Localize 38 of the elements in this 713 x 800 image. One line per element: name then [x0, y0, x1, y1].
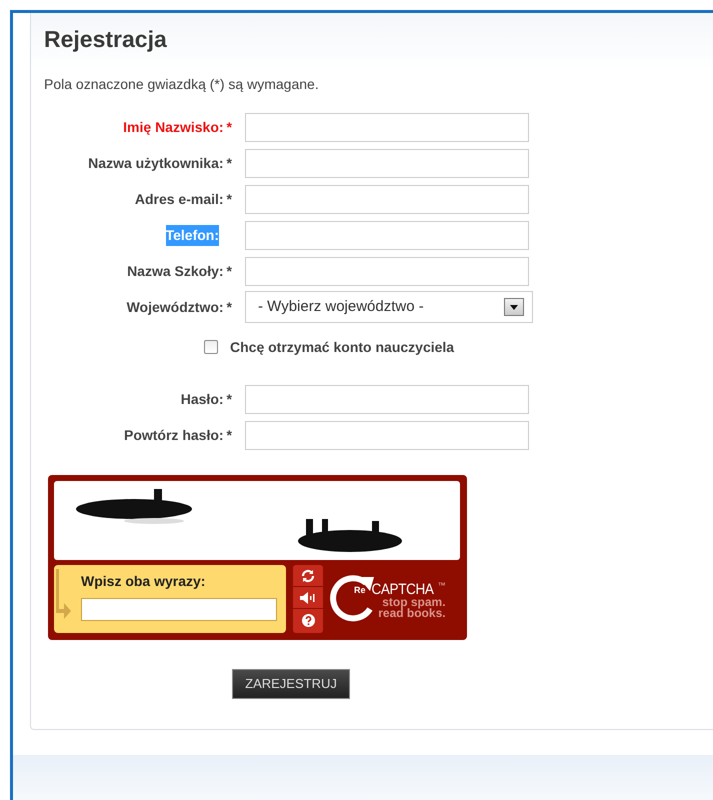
refresh-icon — [301, 568, 315, 582]
province-select[interactable]: - Wybierz województwo - — [245, 291, 533, 323]
tagline-text: stop spam. — [382, 597, 446, 608]
field-label: Nazwa Szkoły: — [127, 262, 224, 281]
input-field[interactable] — [245, 384, 529, 414]
checkbox-label: Chcę otrzymać konto nauczyciela — [230, 338, 454, 357]
field-label: Adres e-mail: — [134, 190, 224, 208]
input-field[interactable] — [245, 148, 529, 178]
input-field[interactable] — [245, 184, 529, 214]
input-field[interactable] — [245, 420, 529, 450]
input-field[interactable] — [245, 220, 529, 250]
help-icon — [302, 614, 314, 626]
required-mark: * — [226, 426, 232, 444]
required-mark: * — [226, 390, 232, 408]
required-mark: * — [226, 298, 232, 316]
register-button[interactable]: ZAREJESTRUJ — [232, 669, 350, 699]
captcha-prompt: Wpisz oba wyrazy: — [81, 572, 206, 590]
input-field[interactable] — [245, 112, 529, 142]
captcha-input[interactable] — [81, 598, 277, 621]
field-label: Nazwa użytkownika: — [88, 154, 224, 173]
teacher-checkbox[interactable] — [204, 340, 218, 354]
field-label: Hasło: — [180, 390, 224, 408]
field-label: Telefon: — [166, 224, 219, 246]
required-mark: * — [226, 118, 232, 136]
logo-prefix: Re — [354, 584, 366, 597]
required-note: Pola oznaczone gwiazdką (*) są wymagane. — [44, 76, 319, 92]
required-mark: * — [226, 262, 232, 280]
field-label: Imię Nazwisko: — [123, 118, 224, 137]
field-label: Powtórz hasło: — [124, 426, 224, 444]
trademark-mark: ™ — [438, 581, 446, 591]
tagline-text: read books. — [378, 608, 446, 619]
field-label: Województwo: — [126, 298, 224, 317]
logo-name: CAPTCHA — [370, 581, 434, 598]
required-mark: * — [226, 190, 232, 208]
speaker-icon — [300, 592, 316, 604]
required-mark: * — [226, 154, 232, 172]
input-field[interactable] — [245, 256, 529, 286]
page-title: Rejestracja — [44, 25, 167, 54]
